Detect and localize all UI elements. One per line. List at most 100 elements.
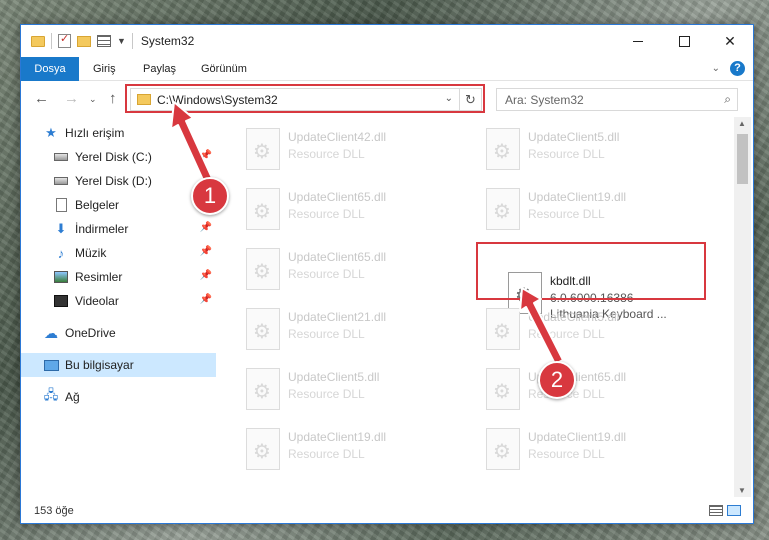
- pin-icon[interactable]: 📌: [200, 246, 212, 257]
- file-type: Resource DLL: [288, 327, 365, 341]
- file-name: UpdateClient19.dll: [288, 430, 387, 444]
- sidebar-item-label: Yerel Disk (D:): [75, 174, 152, 188]
- search-input[interactable]: Ara: System32: [505, 93, 584, 107]
- help-icon[interactable]: ?: [730, 61, 745, 76]
- dll-file-icon: [246, 428, 280, 470]
- sidebar-item-videos[interactable]: Videolar 📌: [21, 289, 216, 313]
- dll-file-icon: [486, 188, 520, 230]
- file-type: Resource DLL: [288, 267, 365, 281]
- navigation-pane: ★ Hızlı erişim Yerel Disk (C:) 📌 Yerel D…: [21, 117, 216, 497]
- dll-file-icon: [246, 308, 280, 350]
- sidebar-item-label: Belgeler: [75, 198, 120, 212]
- quick-access-toolbar: ▼: [31, 32, 133, 49]
- file-type: Resource DLL: [528, 207, 605, 221]
- file-item[interactable]: UpdateClient65.dll Resource DLL: [236, 183, 464, 235]
- dll-file-icon: [246, 368, 280, 410]
- back-button[interactable]: ←: [34, 90, 49, 107]
- tab-file[interactable]: Dosya: [21, 57, 79, 81]
- toolbar-divider: [51, 33, 52, 49]
- search-box[interactable]: Ara: System32 ⌕: [496, 88, 738, 111]
- sidebar-item-onedrive[interactable]: ☁ OneDrive: [21, 321, 216, 345]
- sidebar-item-label: Ağ: [65, 390, 80, 404]
- file-item[interactable]: UpdateClient19.dll Resource DLL: [476, 423, 704, 475]
- sidebar-item-label: Bu bilgisayar: [65, 358, 134, 372]
- up-button[interactable]: ↑: [109, 90, 117, 107]
- properties-icon[interactable]: [58, 32, 71, 48]
- step-2-badge: 2: [538, 361, 576, 399]
- pin-icon[interactable]: 📌: [200, 150, 212, 161]
- file-name: UpdateClient5.dll: [528, 310, 620, 324]
- file-item[interactable]: UpdateClient19.dll Resource DLL: [236, 423, 464, 475]
- file-type: Resource DLL: [528, 447, 605, 461]
- dll-file-icon: [486, 128, 520, 170]
- file-name: UpdateClient21.dll: [288, 310, 387, 324]
- step-1-badge: 1: [191, 177, 229, 215]
- cloud-icon: ☁: [44, 324, 58, 341]
- maximize-button[interactable]: [661, 25, 707, 57]
- sidebar-item-quick-access[interactable]: ★ Hızlı erişim: [21, 121, 216, 145]
- download-icon: ⬇: [55, 221, 67, 236]
- dll-file-icon: [486, 368, 520, 410]
- address-highlight-box: [125, 84, 485, 113]
- file-item[interactable]: UpdateClient65.dll Resource DLL: [476, 363, 704, 415]
- file-type: Resource DLL: [288, 387, 365, 401]
- minimize-button[interactable]: [615, 25, 661, 57]
- pin-icon[interactable]: 📌: [200, 222, 212, 233]
- sidebar-item-network[interactable]: 🖧 Ağ: [21, 385, 216, 409]
- file-item[interactable]: UpdateClient65.dll Resource DLL: [236, 243, 464, 295]
- videos-icon: [53, 294, 69, 308]
- view-icon[interactable]: [97, 35, 111, 47]
- sidebar-item-local-disk-d[interactable]: Yerel Disk (D:) 📌: [21, 169, 216, 193]
- file-item[interactable]: UpdateClient5.dll Resource DLL: [476, 303, 704, 355]
- tiles-view-icon[interactable]: [727, 505, 741, 516]
- pin-icon[interactable]: 📌: [200, 294, 212, 305]
- file-item[interactable]: UpdateClient42.dll Resource DLL: [236, 123, 464, 175]
- new-folder-icon[interactable]: [77, 35, 91, 47]
- file-type: Resource DLL: [528, 147, 605, 161]
- file-name: UpdateClient65.dll: [288, 190, 387, 204]
- file-name: UpdateClient19.dll: [528, 190, 627, 204]
- file-type: Resource DLL: [288, 207, 365, 221]
- computer-icon: [43, 358, 59, 372]
- tab-share[interactable]: Paylaş: [143, 57, 176, 81]
- sidebar-item-this-pc[interactable]: Bu bilgisayar: [21, 353, 216, 377]
- customize-toolbar-icon[interactable]: ▼: [117, 36, 126, 46]
- dll-file-icon: [486, 428, 520, 470]
- close-button[interactable]: ✕: [707, 25, 753, 57]
- sidebar-item-local-disk-c[interactable]: Yerel Disk (C:) 📌: [21, 145, 216, 169]
- vertical-scrollbar[interactable]: ▲ ▼: [734, 117, 751, 497]
- scroll-up-icon[interactable]: ▲: [738, 119, 746, 128]
- sidebar-item-label: Videolar: [75, 294, 119, 308]
- scroll-thumb[interactable]: [737, 134, 748, 184]
- sidebar-item-pictures[interactable]: Resimler 📌: [21, 265, 216, 289]
- file-item[interactable]: UpdateClient19.dll Resource DLL: [476, 183, 704, 235]
- scroll-down-icon[interactable]: ▼: [738, 486, 746, 495]
- search-icon[interactable]: ⌕: [724, 92, 731, 107]
- folder-icon: [31, 35, 45, 47]
- sidebar-item-music[interactable]: ♪ Müzik 📌: [21, 241, 216, 265]
- file-name: UpdateClient19.dll: [528, 430, 627, 444]
- sidebar-item-label: İndirmeler: [75, 222, 129, 236]
- ribbon-right-controls: ⌄ ?: [712, 61, 745, 76]
- tab-view[interactable]: Görünüm: [201, 57, 247, 81]
- address-row: ← → ⌄ ↑ C:\Windows\System32 ⌄ ↻ Ara: Sys…: [21, 81, 753, 117]
- sidebar-item-documents[interactable]: Belgeler 📌: [21, 193, 216, 217]
- file-name: UpdateClient5.dll: [288, 370, 380, 384]
- expand-ribbon-icon[interactable]: ⌄: [712, 63, 720, 74]
- file-item[interactable]: UpdateClient5.dll Resource DLL: [476, 123, 704, 175]
- sidebar-item-label: OneDrive: [65, 326, 116, 340]
- file-item[interactable]: UpdateClient5.dll Resource DLL: [236, 363, 464, 415]
- sidebar-item-downloads[interactable]: ⬇ İndirmeler 📌: [21, 217, 216, 241]
- music-icon: ♪: [57, 245, 65, 261]
- file-name: UpdateClient5.dll: [528, 130, 620, 144]
- drive-icon: [53, 174, 69, 188]
- forward-button[interactable]: →: [64, 90, 79, 107]
- file-list: UpdateClient42.dll Resource DLL UpdateCl…: [236, 117, 734, 497]
- sidebar-item-label: Hızlı erişim: [65, 126, 125, 140]
- file-item[interactable]: UpdateClient21.dll Resource DLL: [236, 303, 464, 355]
- tab-home[interactable]: Giriş: [93, 57, 116, 81]
- file-type: Resource DLL: [528, 327, 605, 341]
- details-view-icon[interactable]: [709, 505, 723, 516]
- recent-locations-button[interactable]: ⌄: [89, 94, 97, 105]
- pin-icon[interactable]: 📌: [200, 270, 212, 281]
